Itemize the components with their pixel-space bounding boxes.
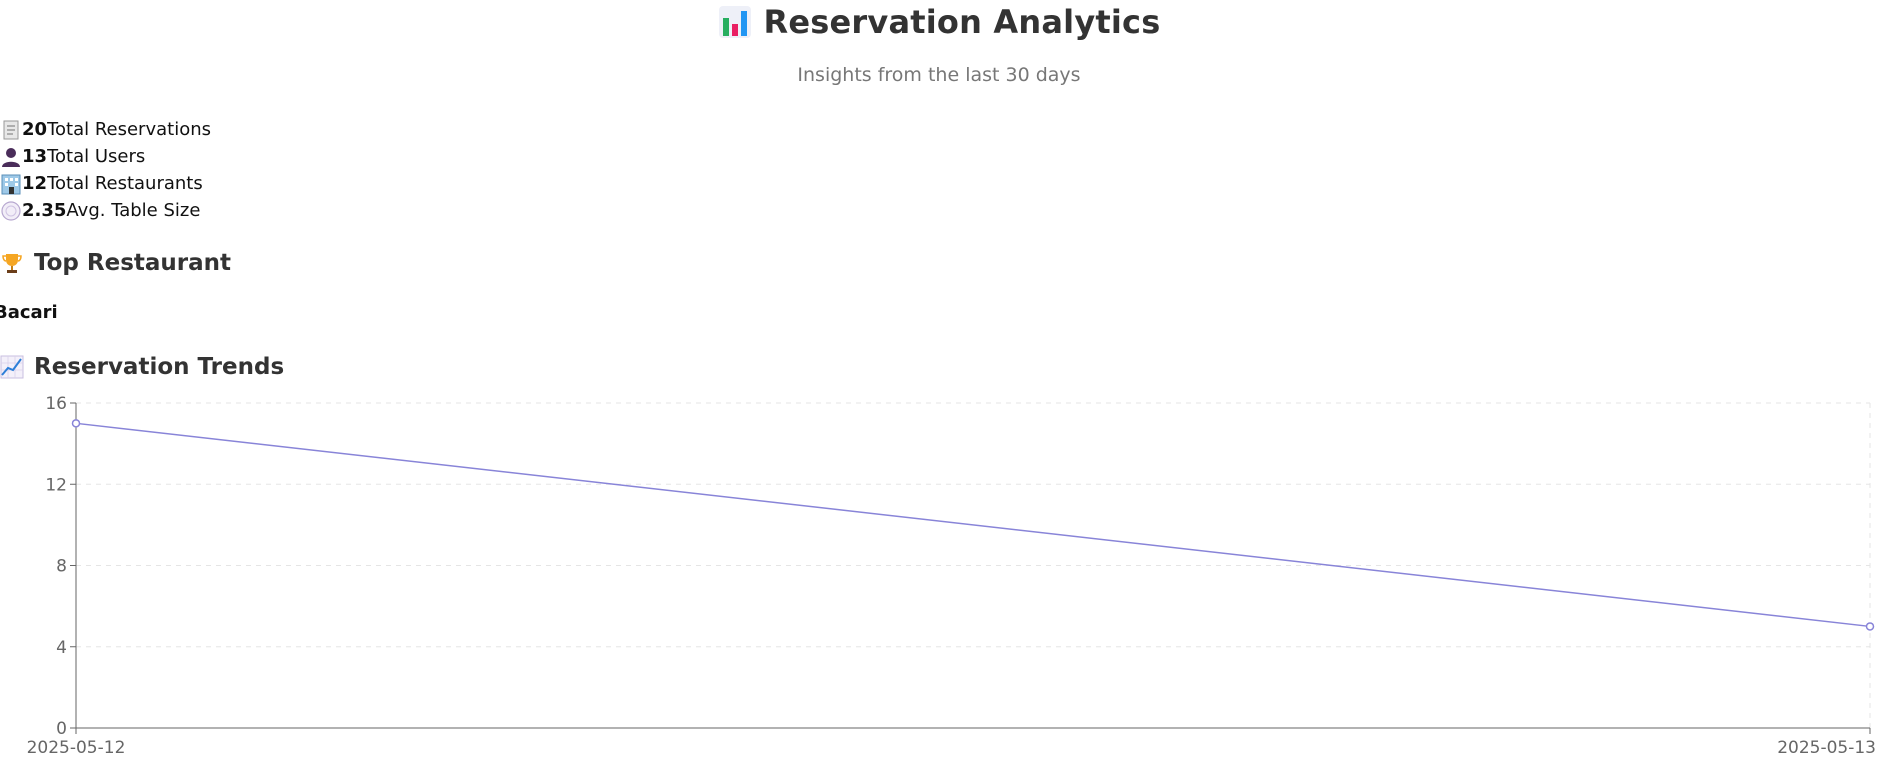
top-restaurant-heading: Top Restaurant [0, 250, 231, 276]
y-tick-label: 16 [45, 395, 67, 414]
data-point[interactable] [1865, 622, 1875, 631]
building-icon [1, 174, 21, 194]
line-chart-icon [0, 355, 24, 379]
y-tick-label: 8 [56, 557, 67, 577]
chart-grid [76, 402, 1871, 728]
stat-value: 12 [22, 173, 48, 194]
data-point[interactable] [71, 419, 81, 428]
reservation-trends-heading: Reservation Trends [0, 354, 284, 380]
reservation-trends-chart: 0 4 8 12 16 2025-05-12 2025-05-13 [27, 395, 1876, 758]
y-tick-label: 12 [45, 475, 67, 495]
x-tick-label: 2025-05-12 [27, 738, 126, 758]
page-subtitle: Insights from the last 30 days [797, 64, 1081, 86]
page-header: Reservation Analytics [0, 0, 1878, 44]
stat-value: 20 [22, 119, 48, 140]
trophy-icon [2, 254, 22, 273]
y-tick-label: 0 [56, 719, 67, 739]
top-restaurant-name: Bacari [0, 302, 58, 323]
series-line [75, 422, 1871, 628]
title-row: Reservation Analytics [0, 0, 1878, 44]
plate-icon [1, 200, 21, 221]
stat-label: Total Users [47, 146, 146, 167]
x-tick-label: 2025-05-13 [1777, 738, 1876, 758]
user-icon [2, 147, 20, 167]
stat-label: Avg. Table Size [66, 200, 201, 221]
receipt-icon [3, 120, 19, 139]
stat-avg-table-size: 2.35 Avg. Table Size [0, 197, 211, 224]
stat-total-restaurants: 12 Total Restaurants [0, 170, 211, 197]
bar-chart-icon [718, 6, 751, 38]
stats-list: 20 Total Reservations 13 Total Users 12 Tot… [0, 116, 211, 224]
stat-total-users: 13 Total Users [0, 143, 211, 170]
stat-label: Total Reservations [47, 119, 211, 140]
section-heading-text: Reservation Trends [34, 354, 285, 380]
y-tick-label: 4 [56, 638, 67, 658]
stat-value: 2.35 [22, 200, 67, 221]
analytics-page: Reservation Analytics Insights from the … [0, 0, 1878, 777]
stat-label: Total Restaurants [47, 173, 203, 194]
stat-total-reservations: 20 Total Reservations [0, 116, 211, 143]
stat-value: 13 [22, 146, 48, 167]
page-title: Reservation Analytics [763, 3, 1161, 41]
chart-series [71, 419, 1875, 631]
section-heading-text: Top Restaurant [34, 250, 232, 276]
